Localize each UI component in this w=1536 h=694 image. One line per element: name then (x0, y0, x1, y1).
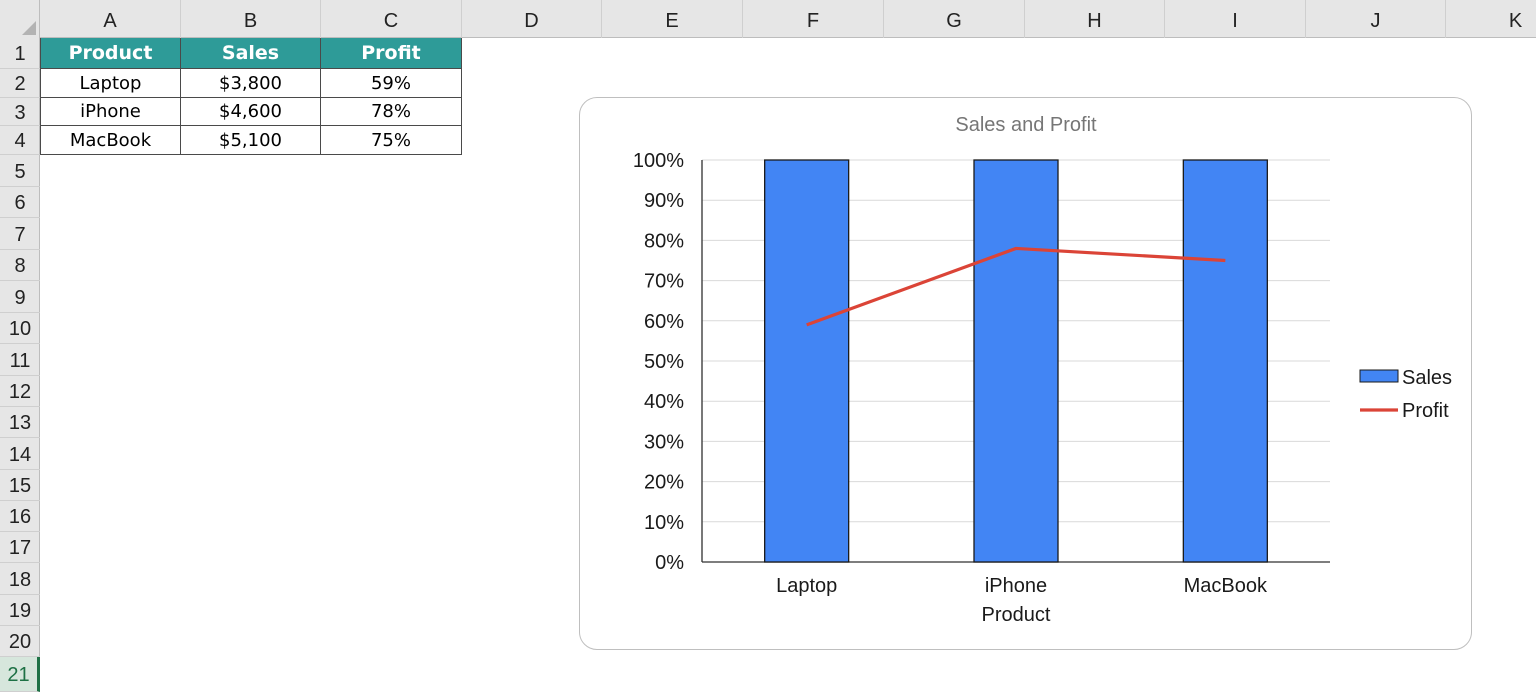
cell-sales-row-2[interactable]: $3,800 (181, 69, 321, 98)
row-header-14[interactable]: 14 (0, 438, 40, 470)
cell-profit-row-2[interactable]: 59% (321, 69, 462, 98)
row-header-17[interactable]: 17 (0, 532, 40, 563)
y-tick-label: 30% (644, 431, 684, 453)
select-all-corner[interactable] (0, 0, 40, 38)
y-tick-label: 50% (644, 351, 684, 373)
y-tick-label: 90% (644, 190, 684, 212)
y-tick-label: 70% (644, 271, 684, 293)
y-tick-label: 80% (644, 230, 684, 252)
column-header-j[interactable]: J (1306, 0, 1446, 38)
column-header-f[interactable]: F (743, 0, 884, 38)
chart-canvas: Sales and Profit 0% 10% 20% 30% 40% 50% 60% 70% 8… (580, 98, 1473, 651)
x-tick-label: Laptop (776, 575, 837, 597)
cell-profit-row-3[interactable]: 78% (321, 98, 462, 126)
row-header-19[interactable]: 19 (0, 595, 40, 626)
legend-sales-label: Sales (1402, 367, 1452, 389)
y-tick-label: 100% (633, 150, 684, 172)
column-header-c[interactable]: C (321, 0, 462, 38)
x-tick-label: iPhone (985, 575, 1047, 597)
select-all-triangle-icon (22, 21, 36, 35)
header-cell-profit[interactable]: Profit (321, 38, 462, 69)
column-header-k[interactable]: K (1446, 0, 1536, 38)
column-header-a[interactable]: A (40, 0, 181, 38)
row-header-5[interactable]: 5 (0, 155, 40, 187)
column-header-i[interactable]: I (1165, 0, 1306, 38)
row-header-3[interactable]: 3 (0, 98, 40, 126)
row-header-2[interactable]: 2 (0, 69, 40, 98)
y-tick-label: 20% (644, 472, 684, 494)
row-header-8[interactable]: 8 (0, 250, 40, 281)
row-header-21[interactable]: 21 (0, 657, 40, 692)
legend-profit-label: Profit (1402, 400, 1449, 422)
column-header-b[interactable]: B (181, 0, 321, 38)
header-cell-product[interactable]: Product (40, 38, 181, 69)
cell-product-row-2[interactable]: Laptop (40, 69, 181, 98)
y-tick-label: 0% (655, 552, 684, 574)
bar-sales-laptop (765, 160, 849, 562)
cell-profit-row-4[interactable]: 75% (321, 126, 462, 155)
bar-sales-iphone (974, 160, 1058, 562)
row-header-11[interactable]: 11 (0, 344, 40, 376)
column-header-g[interactable]: G (884, 0, 1025, 38)
column-header-h[interactable]: H (1025, 0, 1165, 38)
row-header-12[interactable]: 12 (0, 376, 40, 407)
row-header-4[interactable]: 4 (0, 126, 40, 155)
x-axis-label: Product (982, 604, 1051, 626)
row-header-1[interactable]: 1 (0, 38, 40, 69)
column-header-d[interactable]: D (462, 0, 602, 38)
row-header-16[interactable]: 16 (0, 501, 40, 532)
y-tick-label: 10% (644, 512, 684, 534)
header-cell-sales[interactable]: Sales (181, 38, 321, 69)
cell-product-row-4[interactable]: MacBook (40, 126, 181, 155)
cell-sales-row-3[interactable]: $4,600 (181, 98, 321, 126)
cell-sales-row-4[interactable]: $5,100 (181, 126, 321, 155)
row-header-18[interactable]: 18 (0, 563, 40, 595)
row-header-20[interactable]: 20 (0, 626, 40, 657)
row-header-10[interactable]: 10 (0, 313, 40, 344)
column-header-bar: ABCDEFGHIJK (0, 0, 1536, 38)
row-header-7[interactable]: 7 (0, 218, 40, 250)
row-header-15[interactable]: 15 (0, 470, 40, 501)
row-header-13[interactable]: 13 (0, 407, 40, 438)
cell-product-row-3[interactable]: iPhone (40, 98, 181, 126)
legend-sales-swatch (1360, 370, 1398, 382)
y-tick-label: 60% (644, 311, 684, 333)
chart-object[interactable]: Sales and Profit 0% 10% 20% 30% 40% 50% 60% 70% 8… (579, 97, 1472, 650)
x-tick-label: MacBook (1184, 575, 1268, 597)
row-header-6[interactable]: 6 (0, 187, 40, 218)
column-header-e[interactable]: E (602, 0, 743, 38)
y-tick-label: 40% (644, 391, 684, 413)
bar-sales-macbook (1183, 160, 1267, 562)
chart-title: Sales and Profit (955, 114, 1097, 136)
row-header-bar: 123456789101112131415161718192021 (0, 38, 40, 692)
row-header-9[interactable]: 9 (0, 281, 40, 313)
